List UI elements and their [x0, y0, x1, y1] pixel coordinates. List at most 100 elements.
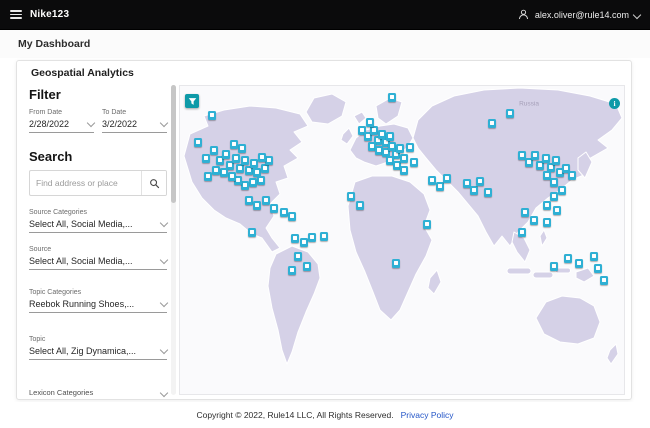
map-marker[interactable] — [400, 154, 408, 163]
map-marker[interactable] — [222, 150, 230, 159]
from-date-select[interactable]: 2/28/2022 — [29, 118, 96, 133]
map-marker[interactable] — [265, 156, 273, 165]
map-marker[interactable] — [212, 166, 220, 175]
topic-select[interactable]: Select All, Zig Dynamica,... — [29, 345, 169, 360]
user-menu[interactable]: alex.oliver@rule14.com — [517, 8, 642, 21]
to-date-value: 3/2/2022 — [102, 119, 138, 129]
map-marker[interactable] — [236, 164, 244, 173]
search-button[interactable] — [141, 171, 166, 195]
map-marker[interactable] — [531, 151, 539, 160]
map-marker[interactable] — [428, 176, 436, 185]
source-select[interactable]: Select All, Social Media,... — [29, 255, 169, 270]
map-marker[interactable] — [386, 132, 394, 141]
map-marker[interactable] — [241, 156, 249, 165]
source-categories-select[interactable]: Select All, Social Media,... — [29, 218, 169, 233]
map-marker[interactable] — [250, 159, 258, 168]
map-marker[interactable] — [210, 146, 218, 155]
map-marker[interactable] — [553, 206, 561, 215]
to-date-select[interactable]: 3/2/2022 — [102, 118, 169, 133]
scrollbar-thumb[interactable] — [171, 85, 176, 203]
map-marker[interactable] — [436, 182, 444, 191]
map-marker[interactable] — [220, 168, 228, 177]
map-marker[interactable] — [308, 233, 316, 242]
map-marker[interactable] — [400, 166, 408, 175]
map-marker[interactable] — [542, 154, 550, 163]
map-marker[interactable] — [423, 220, 431, 229]
privacy-policy-link[interactable]: Privacy Policy — [401, 410, 454, 420]
map-marker[interactable] — [476, 177, 484, 186]
map-marker[interactable] — [241, 181, 249, 190]
map-marker[interactable] — [550, 192, 558, 201]
map-marker[interactable] — [484, 188, 492, 197]
map-marker[interactable] — [410, 158, 418, 167]
map-marker[interactable] — [288, 212, 296, 221]
map-marker[interactable] — [280, 208, 288, 217]
map-marker[interactable] — [208, 111, 216, 120]
map-marker[interactable] — [488, 119, 496, 128]
topic-label: Topic — [29, 336, 46, 343]
map-marker[interactable] — [270, 204, 278, 213]
map-marker[interactable] — [568, 171, 576, 180]
map-marker[interactable] — [550, 262, 558, 271]
search-box — [29, 170, 167, 196]
map-marker[interactable] — [543, 218, 551, 227]
map-marker[interactable] — [594, 264, 602, 273]
filter-panel: Filter From Date 2/28/2022 To Date 3/2/2… — [29, 87, 169, 397]
map-marker[interactable] — [530, 216, 538, 225]
geospatial-panel: Geospatial Analytics Filter From Date 2/… — [16, 60, 632, 400]
map-filter-button[interactable] — [185, 94, 199, 108]
hamburger-menu-icon[interactable] — [10, 10, 22, 19]
search-input[interactable] — [30, 171, 141, 195]
map-info-button[interactable]: i — [609, 98, 620, 109]
map-marker[interactable] — [303, 262, 311, 271]
map-marker[interactable] — [347, 192, 355, 201]
map-marker[interactable] — [258, 153, 266, 162]
map-marker[interactable] — [543, 201, 551, 210]
map-marker[interactable] — [552, 156, 560, 165]
geospatial-map[interactable]: i Russia — [179, 85, 625, 395]
map-marker[interactable] — [396, 144, 404, 153]
map-marker[interactable] — [300, 238, 308, 247]
search-heading: Search — [29, 149, 73, 164]
map-marker[interactable] — [238, 144, 246, 153]
map-marker[interactable] — [261, 164, 269, 173]
map-marker[interactable] — [470, 186, 478, 195]
map-marker[interactable] — [262, 196, 270, 205]
map-marker[interactable] — [204, 172, 212, 181]
chevron-down-icon — [159, 218, 169, 228]
map-marker[interactable] — [356, 201, 364, 210]
topic-categories-select[interactable]: Reebok Running Shoes,... — [29, 298, 169, 313]
map-marker[interactable] — [202, 154, 210, 163]
map-marker[interactable] — [253, 201, 261, 210]
map-marker[interactable] — [230, 140, 238, 149]
map-marker[interactable] — [575, 259, 583, 268]
map-marker[interactable] — [232, 154, 240, 163]
map-marker[interactable] — [406, 143, 414, 152]
map-marker[interactable] — [388, 93, 396, 102]
map-marker[interactable] — [590, 252, 598, 261]
map-marker[interactable] — [370, 126, 378, 135]
chevron-down-icon — [159, 118, 169, 128]
map-marker[interactable] — [294, 252, 302, 261]
lexicon-categories-select[interactable]: Lexicon Categories — [29, 388, 169, 397]
map-marker[interactable] — [564, 254, 572, 263]
map-marker[interactable] — [249, 178, 257, 187]
from-date-label: From Date — [29, 109, 63, 116]
map-marker[interactable] — [291, 234, 299, 243]
map-marker[interactable] — [600, 276, 608, 285]
map-marker[interactable] — [392, 259, 400, 268]
map-marker[interactable] — [228, 172, 236, 181]
map-marker[interactable] — [558, 186, 566, 195]
map-marker[interactable] — [248, 228, 256, 237]
map-marker[interactable] — [320, 232, 328, 241]
map-marker[interactable] — [257, 176, 265, 185]
map-marker[interactable] — [521, 208, 529, 217]
map-marker[interactable] — [518, 228, 526, 237]
map-marker[interactable] — [443, 174, 451, 183]
map-marker[interactable] — [366, 118, 374, 127]
map-marker[interactable] — [550, 178, 558, 187]
map-marker[interactable] — [288, 266, 296, 275]
map-marker[interactable] — [194, 138, 202, 147]
map-marker[interactable] — [245, 196, 253, 205]
map-marker[interactable] — [506, 109, 514, 118]
